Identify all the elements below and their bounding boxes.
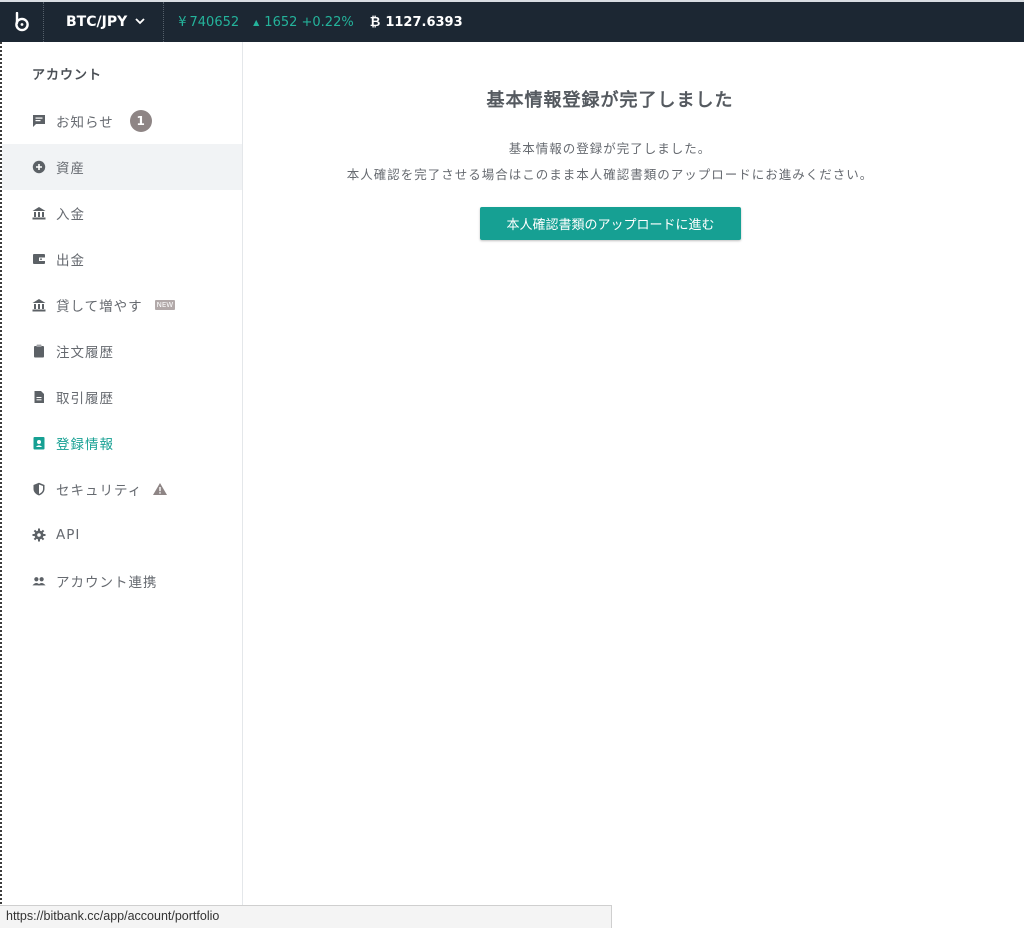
pair-label: BTC/JPY	[66, 14, 128, 30]
sidebar-item-withdraw[interactable]: 出金	[2, 236, 242, 282]
instruction-message: 本人確認を完了させる場合はこのまま本人確認書類のアップロードにお進みください。	[346, 167, 874, 182]
sidebar-item-deposit[interactable]: 入金	[2, 190, 242, 236]
sidebar: アカウント お知らせ 1 資産 入金 出金 貸して増やす NEW 注文履歴 取引…	[2, 42, 243, 928]
sidebar-item-label: 登録情報	[56, 437, 114, 453]
bank-icon	[32, 298, 46, 312]
pair-selector[interactable]: BTC/JPY	[44, 2, 165, 42]
shield-icon	[32, 482, 46, 496]
people-icon	[32, 574, 46, 588]
notification-count-badge: 1	[129, 110, 152, 132]
sidebar-item-lending[interactable]: 貸して増やす NEW	[2, 282, 242, 328]
sidebar-item-assets[interactable]: 資産	[2, 144, 242, 190]
page-title: 基本情報登録が完了しました	[486, 90, 734, 111]
btc-volume-value: 1127.6393	[385, 14, 463, 30]
profile-icon	[32, 436, 46, 450]
sidebar-item-account-link[interactable]: アカウント連携	[2, 558, 242, 604]
sidebar-item-label: アカウント連携	[56, 575, 158, 591]
sidebar-item-notifications[interactable]: お知らせ 1	[2, 98, 242, 144]
sidebar-item-api[interactable]: API	[2, 512, 242, 558]
sidebar-item-registration[interactable]: 登録情報	[2, 420, 242, 466]
sidebar-item-label: 注文履歴	[56, 345, 114, 361]
yen-symbol: ¥	[178, 14, 187, 30]
new-badge: NEW	[154, 300, 176, 310]
sidebar-item-order-history[interactable]: 注文履歴	[2, 328, 242, 374]
clipboard-icon	[32, 344, 46, 358]
warning-icon	[152, 482, 168, 496]
document-icon	[32, 390, 46, 404]
completion-message: 基本情報の登録が完了しました。	[508, 141, 712, 156]
sidebar-item-label: 出金	[56, 253, 85, 269]
chevron-down-icon	[135, 17, 145, 28]
bank-icon	[32, 206, 46, 220]
asset-icon	[32, 160, 46, 174]
main-content: 基本情報登録が完了しました 基本情報の登録が完了しました。 本人確認を完了させる…	[243, 42, 1024, 928]
price-change: ▲ 1652 +0.22%	[253, 15, 354, 30]
price-change-value: 1652 +0.22%	[264, 14, 354, 30]
sidebar-item-trade-history[interactable]: 取引履歴	[2, 374, 242, 420]
bitcoin-icon: ₿	[369, 15, 381, 30]
sidebar-title: アカウント	[32, 68, 103, 83]
ticker: ¥ 740652 ▲ 1652 +0.22% ₿ 1127.6393	[178, 14, 463, 31]
sidebar-item-label: 取引履歴	[56, 391, 114, 407]
sidebar-item-label: 資産	[56, 161, 85, 177]
upload-id-documents-button[interactable]: 本人確認書類のアップロードに進む	[480, 207, 741, 240]
sidebar-item-label: セキュリティ	[56, 483, 143, 499]
last-price: ¥ 740652	[178, 15, 239, 30]
price-value: 740652	[189, 14, 240, 30]
sidebar-item-label: API	[56, 527, 81, 543]
bitbank-logo[interactable]	[0, 2, 44, 42]
wallet-icon	[32, 252, 46, 266]
message-icon	[32, 114, 46, 128]
arrow-up-icon: ▲	[253, 17, 260, 27]
top-bar: BTC/JPY ¥ 740652 ▲ 1652 +0.22% ₿ 1127.63…	[0, 0, 1024, 42]
status-bar-url: https://bitbank.cc/app/account/portfolio	[0, 905, 612, 928]
sidebar-item-label: 貸して増やす	[56, 299, 143, 315]
sidebar-item-security[interactable]: セキュリティ	[2, 466, 242, 512]
logo-icon	[14, 12, 29, 32]
sidebar-item-label: お知らせ	[56, 115, 114, 131]
gear-icon	[32, 528, 46, 542]
sidebar-item-label: 入金	[56, 207, 85, 223]
btc-volume: ₿ 1127.6393	[369, 14, 463, 31]
